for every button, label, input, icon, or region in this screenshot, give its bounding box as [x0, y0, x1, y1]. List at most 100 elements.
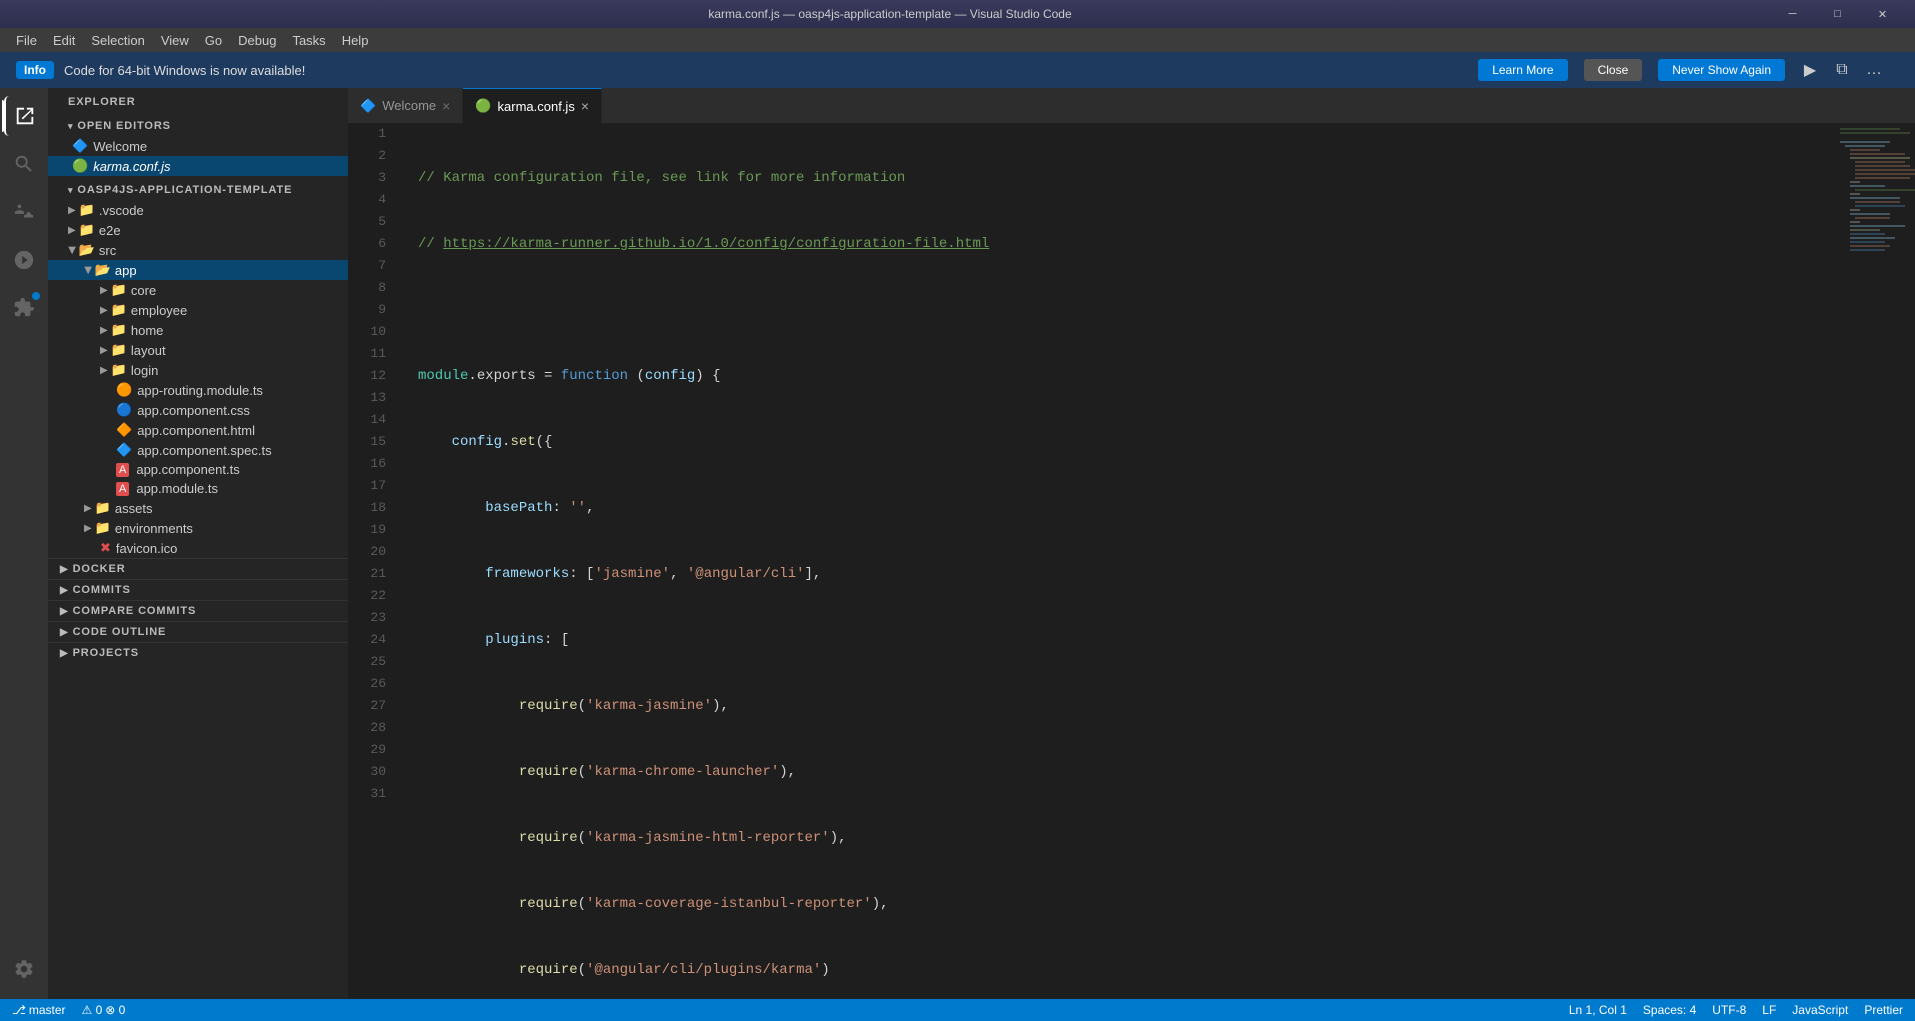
sidebar-item-core[interactable]: ▶ 📁 core	[48, 280, 348, 300]
sidebar-item-app[interactable]: ▶ 📂 app	[48, 260, 348, 280]
code-line-11: require('karma-jasmine-html-reporter'),	[418, 827, 1835, 849]
tab-close-karma[interactable]: ×	[581, 98, 589, 114]
run-button[interactable]: ▶	[1795, 55, 1825, 85]
code-line-13: require('@angular/cli/plugins/karma')	[418, 959, 1835, 981]
statusbar-right: Ln 1, Col 1 Spaces: 4 UTF-8 LF JavaScrip…	[1569, 1003, 1903, 1017]
line-numbers: 1 2 3 4 5 6 7 8 9 10 11 12 13 14 15 16 1…	[348, 123, 398, 999]
activity-debug[interactable]	[4, 240, 44, 280]
menu-help[interactable]: Help	[334, 31, 377, 50]
split-editor-button[interactable]: ⧉	[1827, 55, 1857, 85]
code-editor[interactable]: // Karma configuration file, see link fo…	[398, 123, 1835, 999]
more-actions-button[interactable]: …	[1859, 55, 1889, 85]
code-line-9: require('karma-jasmine'),	[418, 695, 1835, 717]
sidebar-item-app-html[interactable]: 🔶 app.component.html	[48, 420, 348, 440]
sidebar-item-favicon[interactable]: ✖ favicon.ico	[48, 538, 348, 558]
karma-conf-label: karma.conf.js	[93, 159, 170, 174]
arrow-right-icon: ▶	[100, 345, 108, 356]
welcome-tab-icon: 🔷	[360, 98, 376, 114]
arrow-right-icon: ▶	[100, 285, 108, 296]
code-container[interactable]: 1 2 3 4 5 6 7 8 9 10 11 12 13 14 15 16 1…	[348, 123, 1915, 999]
arrow-right-icon: ▶	[60, 585, 69, 596]
close-button[interactable]: ✕	[1860, 0, 1905, 28]
sidebar-item-environments[interactable]: ▶ 📁 environments	[48, 518, 348, 538]
sidebar-item-app-css[interactable]: 🔵 app.component.css	[48, 400, 348, 420]
statusbar-encoding[interactable]: UTF-8	[1712, 1003, 1746, 1017]
menu-file[interactable]: File	[8, 31, 45, 50]
statusbar-errors[interactable]: ⚠ 0 ⊗ 0	[82, 1003, 126, 1017]
sidebar-section-docker[interactable]: ▶ DOCKER	[48, 558, 348, 579]
code-line-7: frameworks: ['jasmine', '@angular/cli'],	[418, 563, 1835, 585]
titlebar: karma.conf.js — oasp4js-application-temp…	[0, 0, 1915, 28]
menu-view[interactable]: View	[153, 31, 197, 50]
sidebar-item-layout[interactable]: ▶ 📁 layout	[48, 340, 348, 360]
karma-conf-tab-icon: 🟢	[475, 98, 491, 114]
menu-tasks[interactable]: Tasks	[284, 31, 333, 50]
statusbar-position[interactable]: Ln 1, Col 1	[1569, 1003, 1627, 1017]
code-line-6: basePath: '',	[418, 497, 1835, 519]
arrow-right-icon: ▶	[68, 225, 76, 236]
karma-conf-icon: 🟢	[72, 158, 88, 174]
arrow-right-icon: ▶	[60, 564, 69, 575]
activity-explorer[interactable]	[4, 96, 44, 136]
minimap	[1835, 123, 1915, 999]
sidebar-section-commits[interactable]: ▶ COMMITS	[48, 579, 348, 600]
arrow-right-icon: ▶	[100, 305, 108, 316]
code-line-10: require('karma-chrome-launcher'),	[418, 761, 1835, 783]
arrow-right-icon: ▶	[100, 365, 108, 376]
tab-welcome[interactable]: 🔷 Welcome ×	[348, 88, 463, 123]
tab-close-welcome[interactable]: ×	[442, 98, 450, 114]
sidebar-item-vscode[interactable]: ▶ 📁 .vscode	[48, 200, 348, 220]
sidebar-item-welcome[interactable]: 🔷 Welcome	[48, 136, 348, 156]
code-line-3	[418, 299, 1835, 321]
statusbar-formatter[interactable]: Prettier	[1864, 1003, 1903, 1017]
statusbar-language[interactable]: JavaScript	[1792, 1003, 1848, 1017]
never-show-again-button[interactable]: Never Show Again	[1658, 59, 1785, 81]
sidebar-item-app-routing[interactable]: 🟠 app-routing.module.ts	[48, 380, 348, 400]
arrow-right-icon: ▶	[60, 606, 69, 617]
activity-settings[interactable]	[4, 949, 44, 989]
arrow-right-icon: ▶	[60, 648, 69, 659]
project-title[interactable]: ▾OASP4JS-APPLICATION-TEMPLATE	[48, 176, 348, 200]
menu-debug[interactable]: Debug	[230, 31, 284, 50]
statusbar: ⎇ master ⚠ 0 ⊗ 0 Ln 1, Col 1 Spaces: 4 U…	[0, 999, 1915, 1021]
sidebar-section-code-outline[interactable]: ▶ CODE OUTLINE	[48, 621, 348, 642]
sidebar-item-employee[interactable]: ▶ 📁 employee	[48, 300, 348, 320]
activity-search[interactable]	[4, 144, 44, 184]
arrow-right-icon: ▶	[60, 627, 69, 638]
statusbar-spaces[interactable]: Spaces: 4	[1643, 1003, 1696, 1017]
maximize-button[interactable]: □	[1815, 0, 1860, 28]
sidebar-item-home[interactable]: ▶ 📁 home	[48, 320, 348, 340]
sidebar-item-app-module[interactable]: A app.module.ts	[48, 479, 348, 498]
activity-source-control[interactable]	[4, 192, 44, 232]
tab-karma-conf[interactable]: 🟢 karma.conf.js ×	[463, 88, 602, 123]
sidebar-item-karma-conf[interactable]: 🟢 karma.conf.js	[48, 156, 348, 176]
arrow-right-icon: ▶	[84, 523, 92, 534]
sidebar-item-app-component[interactable]: A app.component.ts	[48, 460, 348, 479]
arrow-right-icon: ▶	[100, 325, 108, 336]
sidebar-item-assets[interactable]: ▶ 📁 assets	[48, 498, 348, 518]
menu-go[interactable]: Go	[197, 31, 230, 50]
code-line-12: require('karma-coverage-istanbul-reporte…	[418, 893, 1835, 915]
titlebar-title: karma.conf.js — oasp4js-application-temp…	[10, 7, 1770, 21]
minimize-button[interactable]: ─	[1770, 0, 1815, 28]
learn-more-button[interactable]: Learn More	[1478, 59, 1567, 81]
code-line-8: plugins: [	[418, 629, 1835, 651]
sidebar-section-compare-commits[interactable]: ▶ COMPARE COMMITS	[48, 600, 348, 621]
activity-extensions[interactable]	[4, 288, 44, 328]
sidebar-section-projects[interactable]: ▶ PROJECTS	[48, 642, 348, 663]
git-branch-icon: ⎇	[12, 1003, 26, 1017]
open-editors-title[interactable]: ▾OPEN EDITORS	[48, 112, 348, 136]
sidebar-item-app-spec[interactable]: 🔷 app.component.spec.ts	[48, 440, 348, 460]
sidebar-item-e2e[interactable]: ▶ 📁 e2e	[48, 220, 348, 240]
info-badge: Info	[16, 61, 54, 79]
arrow-right-icon: ▶	[68, 205, 76, 216]
explorer-title: EXPLORER	[48, 88, 348, 112]
statusbar-eol[interactable]: LF	[1762, 1003, 1776, 1017]
sidebar-item-src[interactable]: ▶ 📂 src	[48, 240, 348, 260]
arrow-down-icon: ▶	[82, 266, 93, 274]
sidebar-item-login[interactable]: ▶ 📁 login	[48, 360, 348, 380]
close-notification-button[interactable]: Close	[1584, 59, 1643, 81]
statusbar-branch[interactable]: ⎇ master	[12, 1003, 66, 1017]
menu-selection[interactable]: Selection	[83, 31, 152, 50]
menu-edit[interactable]: Edit	[45, 31, 83, 50]
